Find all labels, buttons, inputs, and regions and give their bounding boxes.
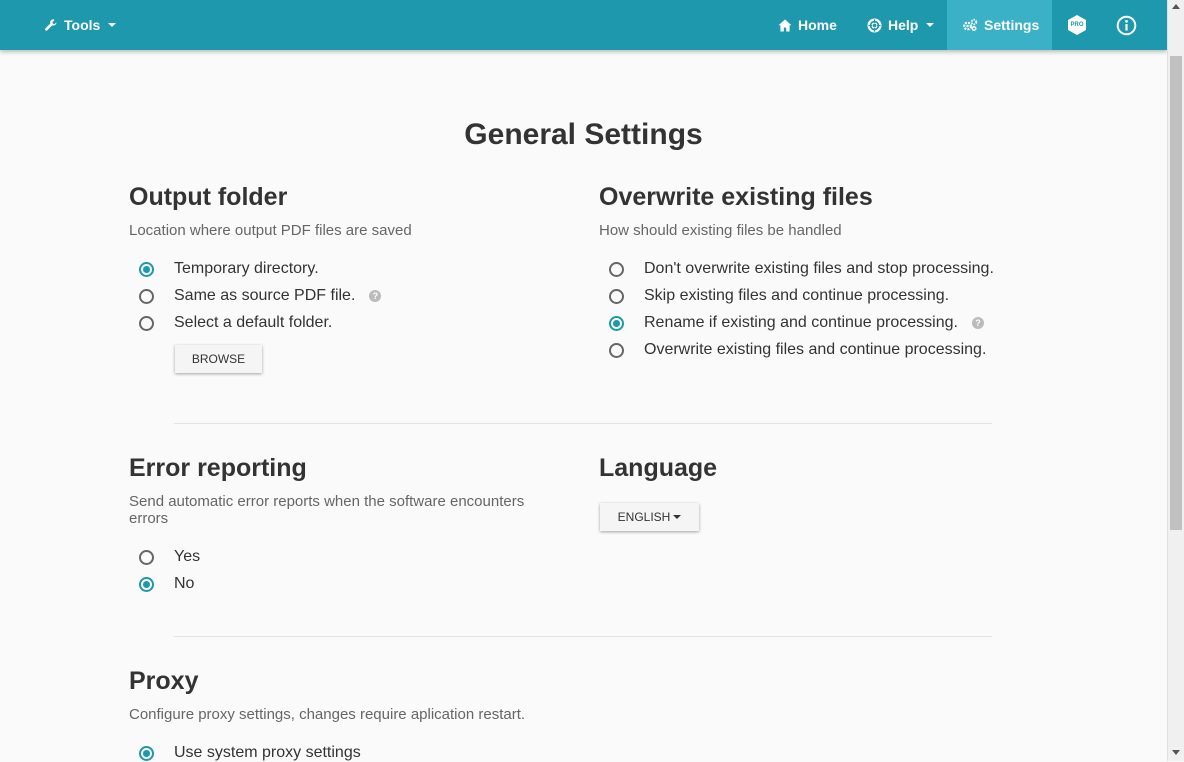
option-label: Rename if existing and continue processi…: [644, 314, 958, 331]
scroll-down-icon[interactable]: [1172, 750, 1180, 755]
overwrite-description: How should existing files be handled: [599, 222, 842, 239]
home-icon: [778, 19, 792, 32]
gears-icon: [962, 18, 978, 32]
settings-label: Settings: [984, 17, 1040, 33]
scroll-up-icon[interactable]: [1172, 4, 1180, 9]
language-selected: English: [617, 510, 671, 524]
radio-selected[interactable]: [609, 315, 624, 331]
overwrite-title: Overwrite existing files: [599, 183, 873, 211]
radio-unselected[interactable]: [139, 549, 154, 565]
scrollbar-thumb[interactable]: [1170, 56, 1182, 530]
output-option-same-as-source[interactable]: Same as source PDF file. ?: [129, 287, 382, 305]
option-label: Overwrite existing files and continue pr…: [644, 341, 987, 358]
help-icon[interactable]: ?: [369, 290, 382, 302]
pro-badge: PRO: [1070, 22, 1084, 28]
tools-menu[interactable]: Tools: [44, 0, 117, 50]
browse-button[interactable]: Browse: [175, 345, 262, 373]
option-label: Don't overwrite existing files and stop …: [644, 260, 994, 277]
tools-label: Tools: [64, 17, 101, 33]
home-label: Home: [798, 17, 837, 33]
option-label: Temporary directory.: [174, 260, 319, 277]
help-menu[interactable]: Help: [867, 0, 935, 50]
chevron-down-icon: [108, 23, 117, 27]
wrench-icon: [44, 18, 58, 32]
pro-button[interactable]: PRO: [1066, 0, 1088, 50]
option-label: No: [174, 575, 195, 592]
error-reporting-description: Send automatic error reports when the so…: [129, 493, 525, 527]
overwrite-option-overwrite[interactable]: Overwrite existing files and continue pr…: [599, 341, 986, 359]
radio-selected[interactable]: [139, 261, 154, 277]
output-option-default-folder[interactable]: Select a default folder.: [129, 314, 332, 332]
overwrite-option-skip[interactable]: Skip existing files and continue process…: [599, 287, 949, 305]
overwrite-option-rename[interactable]: Rename if existing and continue processi…: [599, 314, 984, 332]
option-label: Select a default folder.: [174, 314, 333, 331]
chevron-down-icon: [926, 23, 935, 27]
radio-selected[interactable]: [139, 745, 154, 761]
about-button[interactable]: [1116, 0, 1137, 50]
error-reporting-option-no[interactable]: No: [129, 575, 194, 593]
option-label: Same as source PDF file.: [174, 287, 356, 304]
error-reporting-title: Error reporting: [129, 454, 307, 482]
output-folder-description: Location where output PDF files are save…: [129, 222, 412, 239]
radio-selected[interactable]: [139, 576, 154, 592]
page-title: General Settings: [464, 118, 703, 151]
radio-unselected[interactable]: [609, 288, 624, 304]
proxy-option-system[interactable]: Use system proxy settings: [129, 744, 361, 762]
info-icon: [1116, 15, 1137, 36]
proxy-description: Configure proxy settings, changes requir…: [129, 706, 526, 723]
chevron-down-icon: [673, 515, 682, 519]
option-label: Yes: [174, 548, 201, 565]
language-dropdown[interactable]: English: [600, 503, 699, 531]
proxy-title: Proxy: [129, 667, 199, 695]
lifebuoy-icon: [867, 17, 882, 33]
help-label: Help: [888, 17, 919, 33]
radio-unselected[interactable]: [139, 288, 154, 304]
section-divider: [174, 423, 992, 424]
option-label: Skip existing files and continue process…: [644, 287, 950, 304]
option-label: Use system proxy settings: [174, 744, 361, 761]
output-folder-title: Output folder: [129, 183, 288, 211]
settings-link[interactable]: Settings: [947, 0, 1052, 50]
section-divider: [174, 636, 992, 637]
home-link[interactable]: Home: [778, 0, 837, 50]
vertical-scrollbar[interactable]: [1167, 0, 1184, 761]
language-title: Language: [599, 454, 718, 482]
help-icon[interactable]: ?: [971, 317, 984, 329]
top-navbar: Tools Home Help Settings PRO: [0, 0, 1167, 50]
radio-unselected[interactable]: [609, 261, 624, 277]
radio-unselected[interactable]: [139, 315, 154, 331]
radio-unselected[interactable]: [609, 342, 624, 358]
error-reporting-option-yes[interactable]: Yes: [129, 548, 200, 566]
overwrite-option-stop[interactable]: Don't overwrite existing files and stop …: [599, 260, 994, 278]
output-option-temporary[interactable]: Temporary directory.: [129, 260, 319, 278]
